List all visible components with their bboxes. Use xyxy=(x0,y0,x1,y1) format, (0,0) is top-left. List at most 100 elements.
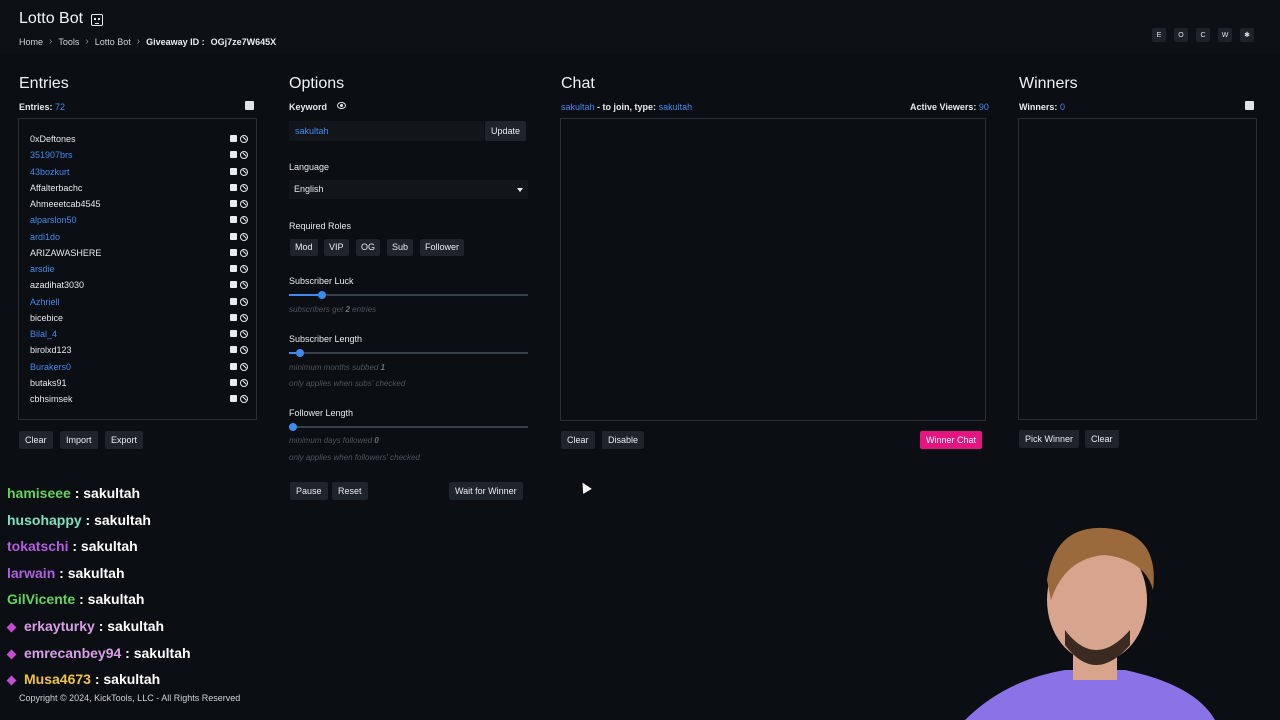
entry-row[interactable]: azadihat3030 xyxy=(30,277,250,293)
ban-icon[interactable] xyxy=(240,183,248,192)
breadcrumb-current[interactable]: Lotto Bot xyxy=(95,37,131,47)
entries-title: Entries xyxy=(19,75,69,92)
stream-chat-overlay: hamiseee : sakultah husohappy : sakultah t… xyxy=(0,486,272,692)
ban-icon[interactable] xyxy=(240,330,248,338)
ban-icon[interactable] xyxy=(240,313,248,322)
entry-row[interactable]: butaks91 xyxy=(30,375,250,391)
checkbox-icon[interactable] xyxy=(230,248,237,256)
ban-icon[interactable] xyxy=(240,167,248,176)
keyword-input[interactable]: sakultah xyxy=(289,121,484,141)
entry-row[interactable]: 351907brs xyxy=(30,147,250,163)
chat-disable-button[interactable]: Disable xyxy=(602,431,645,449)
overlay-chat-text: : sakultah xyxy=(81,511,151,528)
winners-clear-button[interactable]: Clear xyxy=(1085,430,1119,448)
hint-value: 1 xyxy=(380,363,386,372)
checkbox-icon[interactable] xyxy=(230,378,237,386)
entry-row[interactable]: Azhriell xyxy=(30,294,250,310)
role-follower-button[interactable]: Follower xyxy=(420,239,465,256)
ban-icon[interactable] xyxy=(240,395,248,403)
entry-row[interactable]: 0xDeftones xyxy=(30,131,250,147)
chat-clear-button[interactable]: Clear xyxy=(561,431,595,449)
checkbox-icon[interactable] xyxy=(230,200,237,207)
breadcrumb-home[interactable]: Home xyxy=(19,37,43,47)
entries-export-button[interactable]: Export xyxy=(105,431,144,449)
entries-clear-button[interactable]: Clear xyxy=(19,431,53,449)
subscriber-luck-hint: subscribers get 2 entries xyxy=(289,305,376,314)
breadcrumb-tools[interactable]: Tools xyxy=(58,37,79,47)
entry-username: Affalterbachc xyxy=(30,182,83,193)
ban-icon[interactable] xyxy=(240,378,248,387)
entries-import-button[interactable]: Import xyxy=(60,431,98,449)
entry-row[interactable]: ARIZAWASHERE xyxy=(30,245,250,261)
checkbox-icon[interactable] xyxy=(230,346,237,354)
entry-row[interactable]: birolxd123 xyxy=(30,342,250,358)
wait-for-winner-button[interactable]: Wait for Winner xyxy=(449,482,523,500)
reset-button[interactable]: Reset xyxy=(332,482,368,500)
entry-row[interactable]: arsdie xyxy=(30,261,250,277)
entry-row[interactable]: Affalterbachc xyxy=(30,180,250,196)
checkbox-icon[interactable] xyxy=(230,167,237,175)
overlay-chat-message: tokatschi : sakultah xyxy=(7,538,138,554)
top-button-w[interactable]: W xyxy=(1218,28,1232,42)
entry-row[interactable]: ardi1do xyxy=(30,229,250,245)
role-vip-button[interactable]: VIP xyxy=(324,239,349,256)
entries-list[interactable]: 0xDeftones 351907brs 43bozkurt Affalterbach… xyxy=(18,118,257,420)
winner-chat-button[interactable]: Winner Chat xyxy=(920,431,983,449)
entry-row[interactable]: bicebice xyxy=(30,310,250,326)
ban-icon[interactable] xyxy=(240,232,248,241)
checkbox-icon[interactable] xyxy=(230,183,237,191)
follower-length-thumb[interactable] xyxy=(289,423,297,431)
settings-icon[interactable]: ✱ xyxy=(1240,28,1254,42)
ban-icon[interactable] xyxy=(240,265,248,273)
checkbox-icon[interactable] xyxy=(230,151,237,159)
entry-row[interactable]: Bilal_4 xyxy=(30,326,250,342)
ban-icon[interactable] xyxy=(240,297,248,306)
top-button-group: E O C W ✱ xyxy=(1152,28,1254,42)
checkbox-icon[interactable] xyxy=(230,135,237,142)
follower-length-slider[interactable] xyxy=(289,423,528,431)
ban-icon[interactable] xyxy=(240,346,248,355)
ban-icon[interactable] xyxy=(240,216,248,225)
subscriber-length-slider[interactable] xyxy=(289,349,528,357)
entry-row[interactable]: Burakers0 xyxy=(30,359,250,375)
entry-row[interactable]: Ahmeeetcab4545 xyxy=(30,196,250,212)
checkbox-icon[interactable] xyxy=(230,265,237,272)
checkbox-icon[interactable] xyxy=(230,362,237,370)
eye-icon[interactable] xyxy=(337,102,346,109)
winners-title: Winners xyxy=(1019,75,1078,92)
checkbox-icon[interactable] xyxy=(230,313,237,321)
pick-winner-button[interactable]: Pick Winner xyxy=(1019,430,1080,448)
entry-row[interactable]: cbhsimsek xyxy=(30,391,250,407)
top-button-c[interactable]: C xyxy=(1196,28,1210,42)
checkbox-icon[interactable] xyxy=(230,395,237,402)
ban-icon[interactable] xyxy=(240,281,248,290)
top-button-e[interactable]: E xyxy=(1152,28,1166,42)
ban-icon[interactable] xyxy=(240,200,248,208)
subscriber-luck-thumb[interactable] xyxy=(317,291,326,299)
subscriber-length-thumb[interactable] xyxy=(296,349,305,357)
entry-row[interactable]: alparslon50 xyxy=(30,212,250,228)
copy-winners-icon[interactable] xyxy=(1245,101,1254,110)
checkbox-icon[interactable] xyxy=(230,232,237,240)
winners-list[interactable] xyxy=(1018,118,1257,420)
role-sub-button[interactable]: Sub xyxy=(387,239,414,256)
update-button[interactable]: Update xyxy=(485,121,527,141)
entry-row[interactable]: 43bozkurt xyxy=(30,164,250,180)
language-select[interactable]: English xyxy=(289,180,528,199)
ban-icon[interactable] xyxy=(240,135,248,143)
chat-box[interactable] xyxy=(560,118,986,421)
copy-icon[interactable] xyxy=(245,101,254,110)
role-mod-button[interactable]: Mod xyxy=(290,239,318,256)
checkbox-icon[interactable] xyxy=(230,216,237,224)
top-button-o[interactable]: O xyxy=(1174,28,1188,42)
badge-diamond-icon xyxy=(6,649,17,660)
subscriber-luck-slider[interactable] xyxy=(289,291,528,299)
checkbox-icon[interactable] xyxy=(230,330,237,337)
ban-icon[interactable] xyxy=(240,151,248,160)
checkbox-icon[interactable] xyxy=(230,297,237,305)
role-og-button[interactable]: OG xyxy=(356,239,381,256)
ban-icon[interactable] xyxy=(240,248,248,257)
checkbox-icon[interactable] xyxy=(230,281,237,289)
ban-icon[interactable] xyxy=(240,362,248,371)
pause-button[interactable]: Pause xyxy=(290,482,328,500)
